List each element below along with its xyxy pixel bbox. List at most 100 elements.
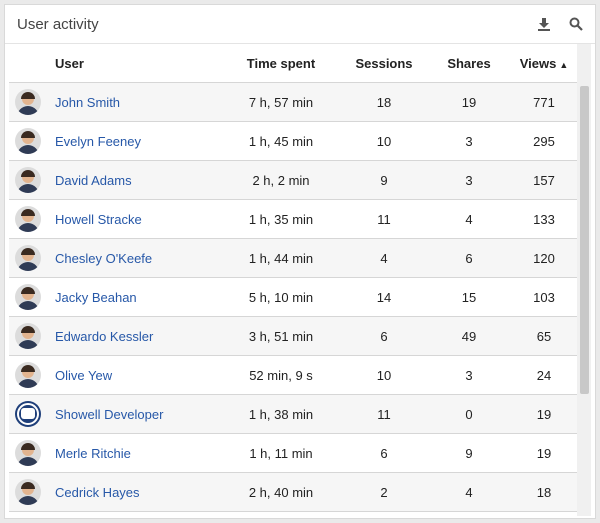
sessions-cell: 4	[380, 250, 388, 266]
widget-title: User activity	[17, 15, 99, 33]
shares-cell: 49	[461, 328, 477, 344]
shares-cell: 3	[465, 133, 473, 149]
sessions-cell: 10	[376, 367, 392, 383]
time-spent-cell: 1 h, 45 min	[248, 133, 314, 149]
column-header-user[interactable]: User	[9, 56, 223, 71]
views-cell: 103	[533, 289, 555, 305]
column-header-shares[interactable]: Shares	[429, 56, 509, 71]
download-icon[interactable]	[535, 15, 553, 33]
table-body: John Smith 7 h, 57 min 18 19 771 Evelyn Feene…	[9, 83, 579, 512]
avatar	[15, 245, 41, 271]
user-name-link[interactable]: Evelyn Feeney	[55, 134, 141, 149]
time-spent-cell: 1 h, 44 min	[248, 250, 314, 266]
column-header-time-spent[interactable]: Time spent	[223, 56, 339, 71]
table-row[interactable]: Chesley O'Keefe 1 h, 44 min 4 6 120	[9, 239, 579, 278]
time-spent-cell: 7 h, 57 min	[248, 94, 314, 110]
user-cell: Showell Developer	[9, 401, 223, 427]
views-cell: 18	[536, 484, 552, 500]
table-row[interactable]: Jacky Beahan 5 h, 10 min 14 15 103	[9, 278, 579, 317]
column-header-sessions[interactable]: Sessions	[339, 56, 429, 71]
avatar	[15, 128, 41, 154]
activity-table: User Time spent Sessions Shares Views ▲ J…	[9, 44, 579, 518]
user-activity-widget: User activity User Time spent Sessions S…	[4, 4, 596, 519]
user-cell: Evelyn Feeney	[9, 128, 223, 154]
user-cell: Edwardo Kessler	[9, 323, 223, 349]
table-row[interactable]: Evelyn Feeney 1 h, 45 min 10 3 295	[9, 122, 579, 161]
table-row[interactable]: Showell Developer 1 h, 38 min 11 0 19	[9, 395, 579, 434]
avatar	[15, 284, 41, 310]
shares-cell: 3	[465, 172, 473, 188]
time-spent-cell: 1 h, 11 min	[249, 445, 313, 461]
shares-cell: 19	[461, 94, 477, 110]
views-cell: 19	[536, 406, 552, 422]
sessions-cell: 11	[377, 211, 391, 227]
search-icon[interactable]	[567, 15, 585, 33]
avatar	[15, 440, 41, 466]
sessions-cell: 10	[376, 133, 392, 149]
shares-cell: 0	[465, 406, 473, 422]
table-row[interactable]: Howell Stracke 1 h, 35 min 11 4 133	[9, 200, 579, 239]
user-name-link[interactable]: Chesley O'Keefe	[55, 251, 152, 266]
views-cell: 24	[536, 367, 552, 383]
shares-cell: 4	[465, 484, 473, 500]
avatar	[15, 479, 41, 505]
user-cell: Olive Yew	[9, 362, 223, 388]
user-name-link[interactable]: Merle Ritchie	[55, 446, 131, 461]
user-name-link[interactable]: David Adams	[55, 173, 132, 188]
user-name-link[interactable]: John Smith	[55, 95, 120, 110]
time-spent-cell: 2 h, 40 min	[248, 484, 314, 500]
views-cell: 19	[536, 445, 552, 461]
avatar	[15, 206, 41, 232]
time-spent-cell: 5 h, 10 min	[248, 289, 314, 305]
user-name-link[interactable]: Edwardo Kessler	[55, 329, 153, 344]
avatar	[15, 323, 41, 349]
time-spent-cell: 1 h, 35 min	[248, 211, 314, 227]
views-cell: 120	[533, 250, 555, 266]
table-row[interactable]: Cedrick Hayes 2 h, 40 min 2 4 18	[9, 473, 579, 512]
sessions-cell: 14	[376, 289, 392, 305]
time-spent-cell: 3 h, 51 min	[248, 328, 314, 344]
sessions-cell: 6	[380, 445, 388, 461]
user-cell: Chesley O'Keefe	[9, 245, 223, 271]
views-cell: 771	[533, 94, 555, 110]
avatar	[15, 362, 41, 388]
user-name-link[interactable]: Showell Developer	[55, 407, 163, 422]
shares-cell: 15	[461, 289, 477, 305]
shares-cell: 9	[465, 445, 473, 461]
column-header-views-label: Views	[519, 55, 557, 71]
user-name-link[interactable]: Olive Yew	[55, 368, 112, 383]
column-header-views[interactable]: Views ▲	[509, 56, 579, 71]
time-spent-cell: 2 h, 2 min	[252, 172, 310, 188]
table-row[interactable]: David Adams 2 h, 2 min 9 3 157	[9, 161, 579, 200]
user-cell: Merle Ritchie	[9, 440, 223, 466]
user-cell: Howell Stracke	[9, 206, 223, 232]
views-cell: 295	[533, 133, 555, 149]
vertical-scrollbar[interactable]	[577, 44, 591, 516]
time-spent-cell: 52 min, 9 s	[249, 367, 313, 383]
user-cell: John Smith	[9, 89, 223, 115]
widget-header: User activity	[5, 5, 595, 44]
sessions-cell: 18	[376, 94, 392, 110]
views-cell: 65	[536, 328, 552, 344]
shares-cell: 3	[465, 367, 473, 383]
user-cell: Cedrick Hayes	[9, 479, 223, 505]
table-row[interactable]: Olive Yew 52 min, 9 s 10 3 24	[9, 356, 579, 395]
scrollbar-thumb[interactable]	[580, 86, 589, 394]
user-name-link[interactable]: Howell Stracke	[55, 212, 142, 227]
table-header: User Time spent Sessions Shares Views ▲	[9, 44, 579, 83]
user-cell: Jacky Beahan	[9, 284, 223, 310]
views-cell: 157	[533, 172, 555, 188]
avatar	[15, 167, 41, 193]
shares-cell: 4	[465, 211, 473, 227]
views-cell: 133	[533, 211, 555, 227]
table-row[interactable]: John Smith 7 h, 57 min 18 19 771	[9, 83, 579, 122]
user-name-link[interactable]: Jacky Beahan	[55, 290, 137, 305]
table-row[interactable]: Merle Ritchie 1 h, 11 min 6 9 19	[9, 434, 579, 473]
avatar	[15, 401, 41, 427]
widget-toolbar	[535, 15, 585, 33]
sessions-cell: 11	[377, 406, 391, 422]
sort-ascending-icon: ▲	[559, 59, 569, 70]
user-name-link[interactable]: Cedrick Hayes	[55, 485, 140, 500]
table-row[interactable]: Edwardo Kessler 3 h, 51 min 6 49 65	[9, 317, 579, 356]
time-spent-cell: 1 h, 38 min	[248, 406, 314, 422]
